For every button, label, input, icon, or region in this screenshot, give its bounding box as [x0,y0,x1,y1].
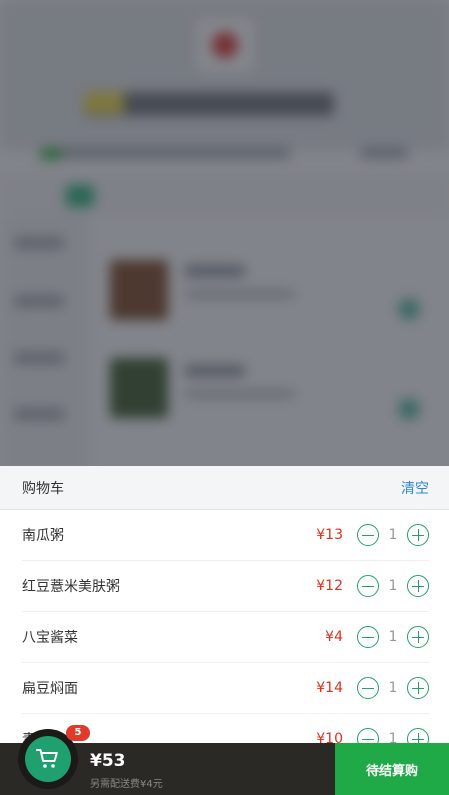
plus-circle-icon[interactable] [407,677,429,699]
checkout-bar: 5 ¥53 另需配送费¥4元 待结算购 [0,725,449,795]
minus-circle-icon[interactable] [357,677,379,699]
cart-item-name: 扁豆焖面 [22,681,78,697]
cart-item-name: 红豆薏米美肤粥 [22,579,120,595]
cart-item: 扁豆焖面 ¥14 1 [22,663,429,714]
minus-circle-icon[interactable] [357,524,379,546]
cart-item-price: ¥4 [325,629,343,645]
quantity-value: 1 [388,629,398,645]
quantity-stepper: 1 [357,524,429,546]
plus-circle-icon[interactable] [407,626,429,648]
cart-toggle-button[interactable]: 5 [18,725,90,789]
quantity-value: 1 [388,680,398,696]
shopping-cart-icon [36,749,58,768]
plus-circle-icon[interactable] [407,575,429,597]
cart-item-list: 南瓜粥 ¥13 1 红豆薏米美肤粥 ¥12 1 八宝酱菜 ¥4 1 扁豆焖面 ¥… [0,510,449,746]
cart-header: 购物车 清空 [0,466,449,510]
cart-item-price: ¥13 [316,527,343,543]
quantity-value: 1 [388,527,398,543]
cart-count-badge: 5 [66,725,90,741]
cart-item-price: ¥14 [316,680,343,696]
plus-circle-icon[interactable] [407,524,429,546]
cart-total: ¥53 [90,751,126,771]
cart-item-name: 八宝酱菜 [22,630,78,646]
cart-item-name: 南瓜粥 [22,528,64,544]
cart-item: 八宝酱菜 ¥4 1 [22,612,429,663]
checkout-button[interactable]: 待结算购 [335,743,449,795]
cart-item-price: ¥12 [316,578,343,594]
minus-circle-icon[interactable] [357,575,379,597]
quantity-stepper: 1 [357,575,429,597]
delivery-fee-note: 另需配送费¥4元 [90,779,163,790]
quantity-stepper: 1 [357,677,429,699]
minus-circle-icon[interactable] [357,626,379,648]
quantity-value: 1 [388,578,398,594]
cart-title: 购物车 [22,480,64,497]
cart-item: 南瓜粥 ¥13 1 [22,510,429,561]
cart-item: 红豆薏米美肤粥 ¥12 1 [22,561,429,612]
quantity-stepper: 1 [357,626,429,648]
clear-cart-button[interactable]: 清空 [401,478,429,498]
cart-summary: 5 ¥53 另需配送费¥4元 [0,725,335,795]
cart-panel: 购物车 清空 南瓜粥 ¥13 1 红豆薏米美肤粥 ¥12 1 八宝酱菜 ¥4 1… [0,466,449,746]
cart-button-face [25,736,71,782]
